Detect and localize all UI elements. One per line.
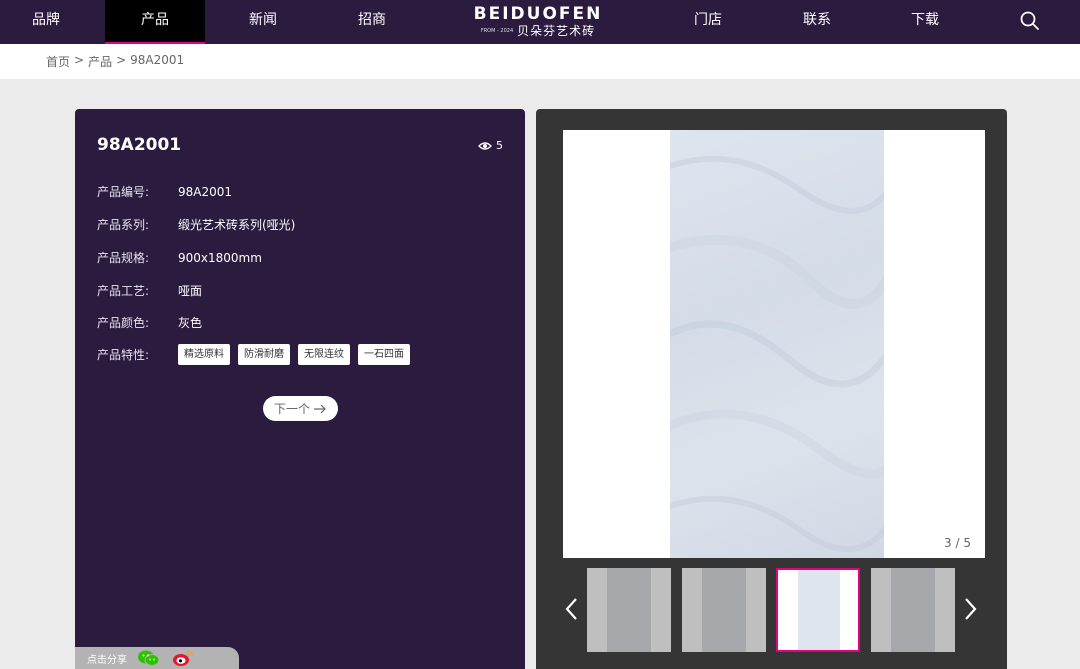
wechat-icon[interactable] [137, 647, 161, 669]
spec-value: 哑面 [178, 284, 203, 298]
nav-item-products[interactable]: 产品 [105, 0, 205, 44]
spec-label: 产品工艺: [97, 284, 150, 298]
spec-label: 产品特性: [97, 348, 150, 362]
nav-item-brand[interactable]: 品牌 [0, 0, 96, 44]
feature-tag: 防滑耐磨 [238, 344, 290, 365]
chevron-right-icon[interactable] [958, 595, 982, 623]
feature-tags: 精选原料 防滑耐磨 无限连纹 一石四面 [178, 344, 410, 365]
spec-row-features: 产品特性: 精选原料 防滑耐磨 无限连纹 一石四面 [97, 344, 410, 365]
thumbnail-2[interactable] [682, 568, 766, 652]
next-product-button[interactable]: 下一个 [263, 396, 338, 421]
breadcrumb-products[interactable]: 产品 [88, 53, 112, 70]
image-counter: 3 / 5 [944, 536, 971, 550]
view-count: 5 [478, 139, 503, 152]
main-image[interactable]: 3 / 5 [563, 130, 985, 558]
logo-from: FROM - 2024 [480, 28, 514, 34]
spec-row-code: 产品编号: 98A2001 [97, 183, 232, 200]
spec-value: 灰色 [178, 316, 203, 330]
product-title: 98A2001 [97, 135, 182, 155]
thumbnail-3[interactable] [776, 568, 860, 652]
spec-row-series: 产品系列: 缎光艺术砖系列(哑光) [97, 216, 295, 233]
spec-row-size: 产品规格: 900x1800mm [97, 249, 262, 266]
chevron-left-icon[interactable] [560, 595, 584, 623]
nav-item-download[interactable]: 下载 [875, 0, 975, 44]
spec-value: 缎光艺术砖系列(哑光) [178, 218, 296, 232]
weibo-icon[interactable] [171, 647, 195, 669]
thumbnail-1[interactable] [587, 568, 671, 652]
breadcrumb-separator: > [116, 53, 127, 67]
view-count-value: 5 [496, 139, 503, 152]
spec-value: 900x1800mm [178, 250, 262, 265]
feature-tag: 无限连纹 [298, 344, 350, 365]
spec-value: 98A2001 [178, 184, 233, 199]
breadcrumb: 首页 > 产品 > 98A2001 [46, 53, 184, 70]
spec-label: 产品颜色: [97, 316, 150, 330]
nav-item-news[interactable]: 新闻 [213, 0, 313, 44]
eye-icon [478, 141, 492, 150]
spec-label: 产品编号: [97, 185, 150, 199]
spec-row-color: 产品颜色: 灰色 [97, 314, 202, 331]
thumbnail-4[interactable] [871, 568, 955, 652]
nav-item-contact[interactable]: 联系 [767, 0, 867, 44]
breadcrumb-home[interactable]: 首页 [46, 53, 70, 70]
logo-text-cn: 贝朵芬艺术砖 [517, 24, 596, 38]
search-icon[interactable] [1018, 9, 1042, 33]
nav-item-franchise[interactable]: 招商 [322, 0, 422, 44]
logo-text-en: BEIDUOFEN [473, 4, 603, 24]
spec-label: 产品系列: [97, 218, 150, 232]
share-bar: 点击分享 [75, 647, 239, 669]
spec-row-finish: 产品工艺: 哑面 [97, 282, 202, 299]
next-product-label: 下一个 [273, 402, 310, 416]
breadcrumb-separator: > [74, 53, 85, 67]
logo-sub: FROM - 2024 贝朵芬艺术砖 [460, 24, 616, 38]
brand-logo[interactable]: BEIDUOFEN FROM - 2024 贝朵芬艺术砖 [460, 5, 616, 39]
breadcrumb-current: 98A2001 [130, 53, 185, 67]
breadcrumb-bar: 首页 > 产品 > 98A2001 [0, 44, 1080, 79]
arrow-right-icon [314, 404, 326, 413]
feature-tag: 精选原料 [178, 344, 230, 365]
product-gallery: 3 / 5 [536, 109, 1007, 669]
tile-image [670, 130, 884, 558]
spec-label: 产品规格: [97, 251, 150, 265]
share-label: 点击分享 [87, 654, 127, 666]
product-info-card: 98A2001 5 产品编号: 98A2001 产品系列: 缎光艺术砖系列(哑光… [75, 109, 525, 669]
top-nav: 品牌 产品 新闻 招商 BEIDUOFEN FROM - 2024 贝朵芬艺术砖… [0, 0, 1080, 44]
nav-item-stores[interactable]: 门店 [658, 0, 758, 44]
feature-tag: 一石四面 [358, 344, 410, 365]
